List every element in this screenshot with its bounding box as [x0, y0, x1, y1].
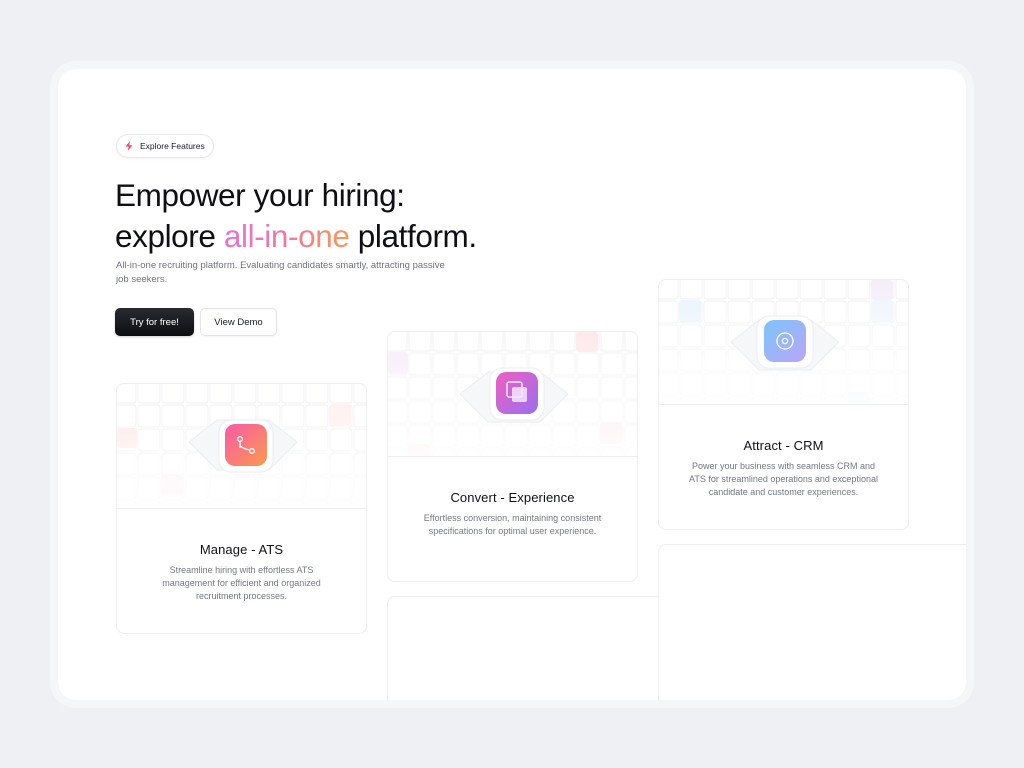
card-title: Manage - ATS — [199, 542, 284, 557]
card-grid-header — [117, 384, 366, 509]
card-description: Power your business with seamless CRM an… — [689, 461, 878, 497]
card-description: Streamline hiring with effortless ATS ma… — [162, 565, 321, 601]
feature-panel: Explore Features Empower your hiring: ex… — [58, 69, 966, 700]
card-title: Attract - CRM — [743, 438, 824, 453]
title-line-2-prefix: explore — [115, 218, 224, 254]
badge-label: Explore Features — [140, 141, 205, 151]
hero-subtext: All-in-one recruiting platform. Evaluati… — [116, 260, 445, 285]
card-grid-header — [659, 280, 908, 405]
card-grid-pattern — [659, 280, 908, 404]
feature-card-placeholder — [658, 544, 966, 700]
lightning-icon — [125, 141, 133, 151]
title-highlight: all-in-one — [223, 218, 350, 254]
page-title: Empower your hiring: explore all-in-one … — [115, 175, 477, 257]
card-description: Effortless conversion, maintaining consi… — [423, 513, 602, 536]
card-grid-header — [388, 332, 637, 457]
view-demo-button[interactable]: View Demo — [200, 308, 277, 336]
explore-features-badge[interactable]: Explore Features — [116, 134, 214, 158]
card-grid-pattern — [388, 332, 637, 456]
feature-card-placeholder — [387, 596, 658, 700]
feature-card-attract-crm[interactable]: Attract - CRM Power your business with s… — [658, 279, 909, 530]
title-line-1: Empower your hiring: — [115, 177, 405, 213]
card-grid-pattern — [117, 384, 366, 508]
title-line-2-suffix: platform. — [349, 218, 477, 254]
try-for-free-button[interactable]: Try for free! — [115, 308, 194, 336]
card-title: Convert - Experience — [450, 490, 575, 505]
feature-card-convert-experience[interactable]: Convert - Experience Effortless conversi… — [387, 331, 638, 582]
feature-card-manage-ats[interactable]: Manage - ATS Streamline hiring with effo… — [116, 383, 367, 634]
